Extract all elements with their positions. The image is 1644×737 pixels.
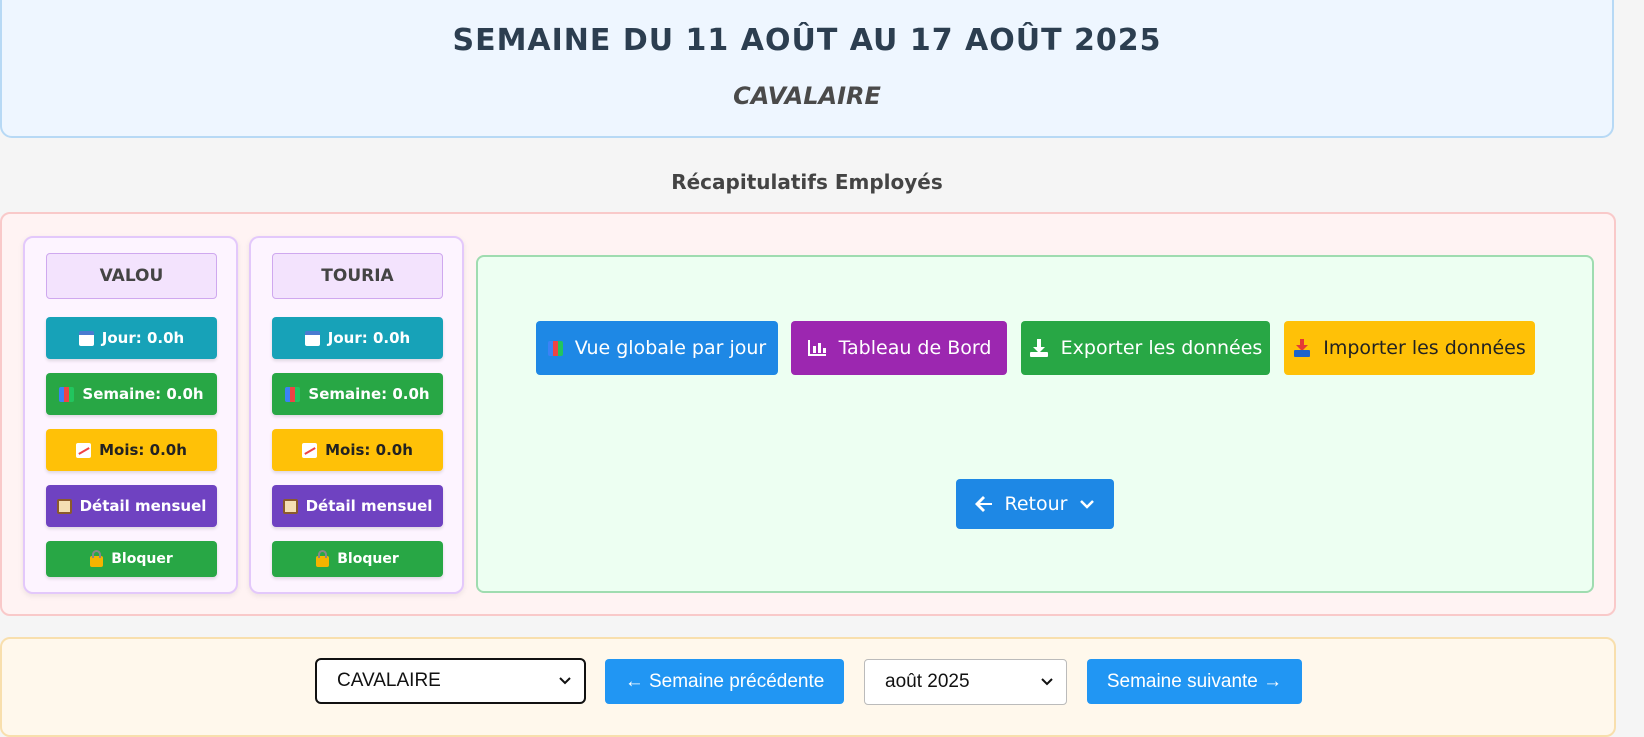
actions-panel: Vue globale par jour Tableau de Bord Exp…	[476, 255, 1594, 593]
next-week-button[interactable]: Semaine suivante →	[1087, 659, 1302, 704]
monthly-detail-label: Détail mensuel	[305, 497, 433, 515]
employee-name: VALOU	[46, 253, 217, 299]
inbox-tray-icon	[1294, 339, 1311, 357]
trend-chart-icon	[302, 442, 318, 458]
trend-chart-icon	[76, 442, 92, 458]
week-hours-button[interactable]: Semaine: 0.0h	[272, 373, 443, 415]
monthly-detail-label: Détail mensuel	[79, 497, 207, 515]
bar-chart-icon	[285, 386, 301, 402]
previous-week-button[interactable]: ← Semaine précédente	[605, 659, 844, 704]
month-select-value: août 2025	[885, 671, 970, 692]
day-hours-button[interactable]: Jour: 0.0h	[46, 317, 217, 359]
lock-icon	[90, 549, 104, 567]
month-hours-button[interactable]: Mois: 0.0h	[272, 429, 443, 471]
month-hours-label: Mois: 0.0h	[325, 441, 413, 459]
week-hours-label: Semaine: 0.0h	[308, 385, 430, 403]
import-data-button[interactable]: Importer les données	[1284, 321, 1535, 375]
week-header: SEMAINE DU 11 AOÛT AU 17 AOÛT 2025 CAVAL…	[0, 0, 1614, 138]
week-title: SEMAINE DU 11 AOÛT AU 17 AOÛT 2025	[452, 23, 1162, 58]
bar-chart-icon	[547, 340, 563, 356]
site-select[interactable]: CAVALAIRE	[315, 658, 586, 704]
lock-button[interactable]: Bloquer	[272, 541, 443, 577]
employee-name: TOURIA	[272, 253, 443, 299]
export-data-label: Exporter les données	[1060, 337, 1263, 359]
monthly-detail-button[interactable]: Détail mensuel	[272, 485, 443, 527]
week-hours-label: Semaine: 0.0h	[82, 385, 204, 403]
export-data-button[interactable]: Exporter les données	[1021, 321, 1270, 375]
week-hours-button[interactable]: Semaine: 0.0h	[46, 373, 217, 415]
lock-label: Bloquer	[111, 551, 173, 567]
dashboard-label: Tableau de Bord	[838, 337, 992, 359]
lock-icon	[316, 549, 330, 567]
calendar-icon	[304, 330, 320, 346]
daily-overview-button[interactable]: Vue globale par jour	[536, 321, 778, 375]
month-hours-label: Mois: 0.0h	[99, 441, 187, 459]
download-icon	[1029, 339, 1048, 357]
chevron-down-icon	[559, 677, 571, 685]
day-hours-button[interactable]: Jour: 0.0h	[272, 317, 443, 359]
chart-column-icon	[807, 340, 826, 356]
day-hours-label: Jour: 0.0h	[101, 329, 185, 347]
back-label: Retour	[1004, 493, 1068, 515]
chevron-down-icon	[1080, 500, 1095, 509]
back-button[interactable]: Retour	[956, 479, 1114, 529]
site-select-value: CAVALAIRE	[337, 670, 441, 691]
dashboard-button[interactable]: Tableau de Bord	[791, 321, 1007, 375]
chevron-down-icon	[1041, 678, 1053, 686]
monthly-detail-button[interactable]: Détail mensuel	[46, 485, 217, 527]
employee-card-valou: VALOU Jour: 0.0h Semaine: 0.0h Mois: 0.0…	[23, 236, 238, 594]
recap-section-title: Récapitulatifs Employés	[671, 170, 943, 194]
site-subtitle: CAVALAIRE	[733, 82, 881, 110]
day-hours-label: Jour: 0.0h	[327, 329, 411, 347]
clipboard-icon	[56, 498, 72, 514]
lock-label: Bloquer	[337, 551, 399, 567]
lock-button[interactable]: Bloquer	[46, 541, 217, 577]
employee-card-touria: TOURIA Jour: 0.0h Semaine: 0.0h Mois: 0.…	[249, 236, 464, 594]
month-hours-button[interactable]: Mois: 0.0h	[46, 429, 217, 471]
arrow-left-icon	[974, 496, 992, 512]
import-data-label: Importer les données	[1323, 337, 1526, 359]
clipboard-icon	[282, 498, 298, 514]
daily-overview-label: Vue globale par jour	[574, 337, 767, 359]
month-select[interactable]: août 2025	[864, 659, 1067, 705]
calendar-icon	[78, 330, 94, 346]
bar-chart-icon	[59, 386, 75, 402]
